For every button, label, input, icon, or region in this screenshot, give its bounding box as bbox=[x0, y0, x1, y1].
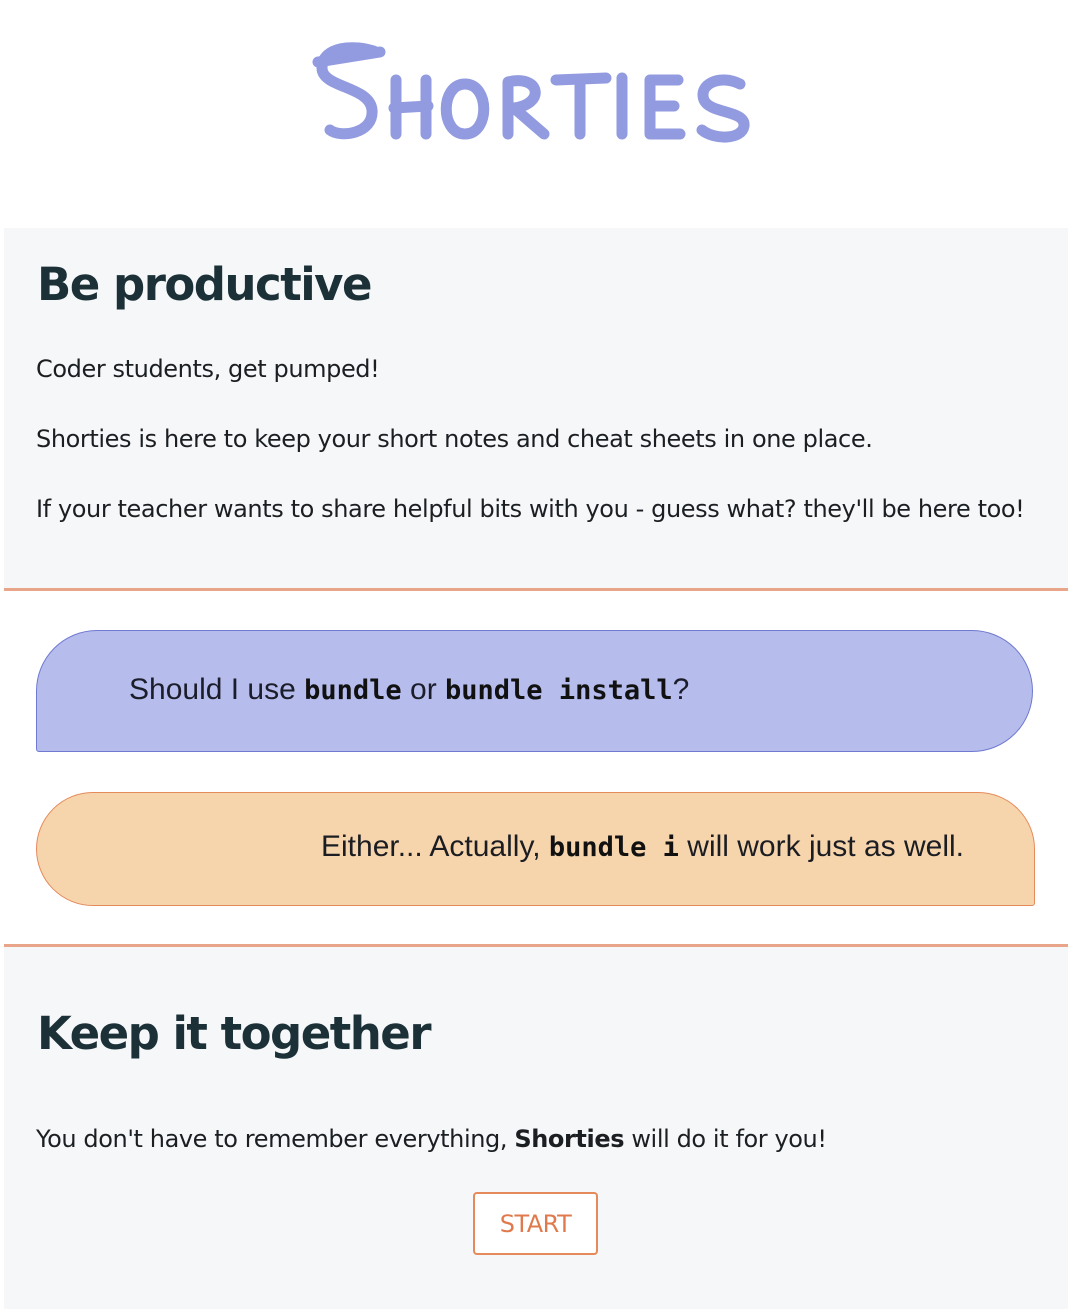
shorties-logo bbox=[312, 42, 750, 143]
answer-bubble: Either... Actually, bundle i will work j… bbox=[36, 792, 1035, 906]
intro-line: If your teacher wants to share helpful b… bbox=[36, 495, 1025, 523]
section-title: Be productive bbox=[37, 258, 373, 311]
intro-line: Shorties is here to keep your short note… bbox=[36, 425, 873, 453]
question-text: Should I use bundle or bundle install? bbox=[129, 673, 690, 706]
together-text: You don't have to remember everything, S… bbox=[36, 1125, 827, 1153]
answer-text: Either... Actually, bundle i will work j… bbox=[321, 830, 964, 863]
header bbox=[0, 0, 1070, 228]
be-productive-section: Be productive Coder students, get pumped… bbox=[4, 228, 1068, 588]
question-bubble: Should I use bundle or bundle install? bbox=[36, 630, 1033, 752]
intro-line: Coder students, get pumped! bbox=[36, 355, 380, 383]
code-snippet: bundle i bbox=[548, 832, 679, 863]
brand-name: Shorties bbox=[514, 1125, 625, 1153]
start-button[interactable]: START bbox=[473, 1192, 598, 1255]
code-snippet: bundle bbox=[304, 675, 402, 706]
code-snippet: bundle install bbox=[445, 675, 673, 706]
section-title: Keep it together bbox=[37, 1007, 432, 1060]
